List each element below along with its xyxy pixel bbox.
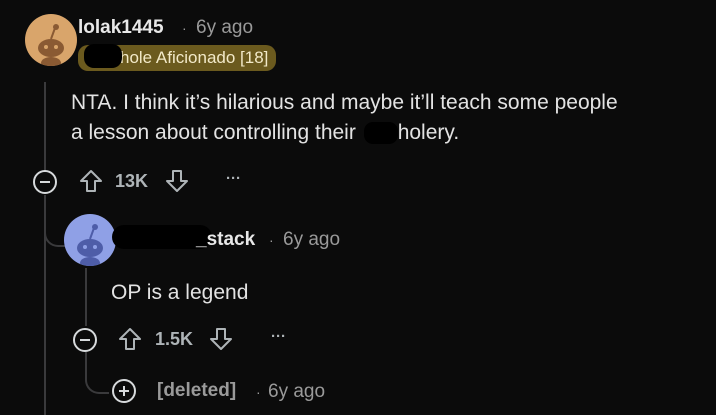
meta-separator: · [269, 232, 274, 248]
comment-text-segment: holery. [397, 121, 460, 144]
comment-text-segment: a lesson about controlling their [71, 121, 356, 144]
flair-text: hole Aficionado [18] [120, 48, 269, 67]
more-options-button[interactable]: ··· [226, 170, 241, 187]
upvote-icon[interactable] [117, 326, 143, 352]
redaction-mark [363, 122, 398, 145]
snoo-avatar-icon [77, 224, 103, 266]
downvote-icon[interactable] [208, 326, 234, 352]
comment-text-line: NTA. I think it’s hilarious and maybe it… [71, 91, 618, 114]
thread-line-reply-lower [85, 352, 109, 394]
redaction-mark [84, 44, 122, 68]
comment-body: OP is a legend [111, 281, 249, 304]
expand-icon[interactable] [111, 378, 137, 404]
comment-username[interactable]: _stack [196, 229, 255, 251]
meta-separator: · [256, 384, 261, 400]
collapse-icon[interactable] [72, 327, 98, 353]
snoo-avatar-icon [38, 24, 64, 66]
meta-separator: · [182, 20, 187, 36]
upvote-icon[interactable] [78, 168, 104, 194]
avatar[interactable] [25, 14, 77, 66]
avatar[interactable] [64, 214, 116, 266]
comment-username[interactable]: lolak1445 [78, 17, 164, 39]
comment-time: 6y ago [196, 17, 254, 38]
comment-text-line: a lesson about controlling their holery. [71, 118, 711, 148]
thread-line-reply[interactable] [85, 268, 87, 326]
deleted-username[interactable]: [deleted] [157, 380, 236, 402]
thread-line-root[interactable] [44, 82, 46, 172]
vote-count: 13K [115, 171, 149, 191]
more-options-button[interactable]: ··· [271, 328, 286, 345]
comment-body: NTA. I think it’s hilarious and maybe it… [71, 88, 711, 148]
collapse-icon[interactable] [32, 169, 58, 195]
vote-count: 1.5K [155, 329, 194, 349]
comment-time: 6y ago [268, 381, 326, 402]
comment-time: 6y ago [283, 229, 341, 250]
downvote-icon[interactable] [164, 168, 190, 194]
